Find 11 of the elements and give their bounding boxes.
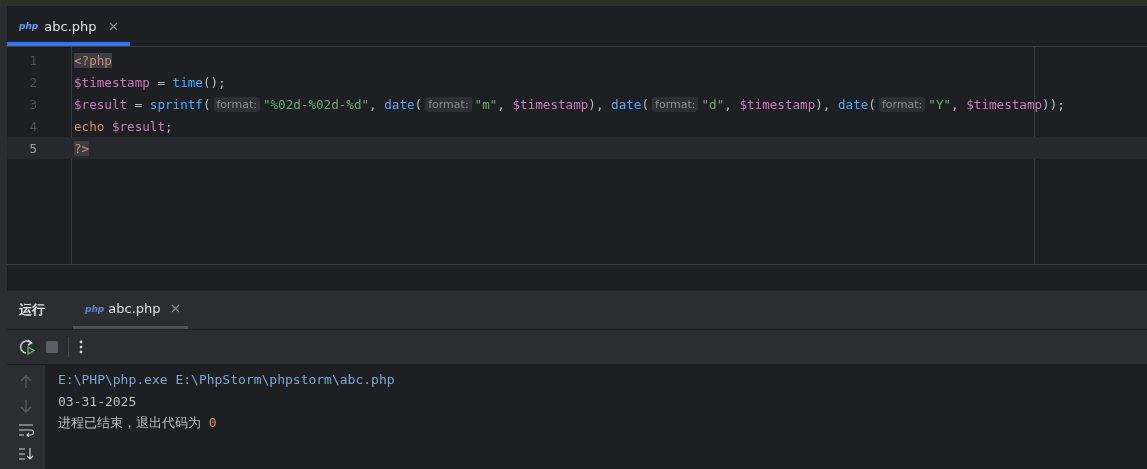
code-line: $timestamp = time(); — [74, 74, 226, 90]
line-number: 5 — [28, 140, 37, 156]
panel-title: 运行 — [19, 301, 45, 319]
run-tab[interactable]: php abc.php — [73, 291, 188, 329]
code-line: $result = sprintf( format: "%02d-%02d-%d", date( format: "m", $timestamp), date( format: "d", $timestamp), date( format: "Y", $timestamp)); — [74, 96, 1065, 112]
console-line: 03-31-2025 — [58, 392, 138, 411]
php-file-icon: php — [85, 303, 105, 314]
console-line: E:\PHP\php.exe E:\PhpStorm\phpstorm\abc.php — [58, 371, 396, 389]
code-line: echo $result; — [74, 118, 173, 134]
php-file-icon: php — [19, 21, 39, 31]
console-line: 进程已结束，退出代码为 0 — [58, 414, 218, 432]
